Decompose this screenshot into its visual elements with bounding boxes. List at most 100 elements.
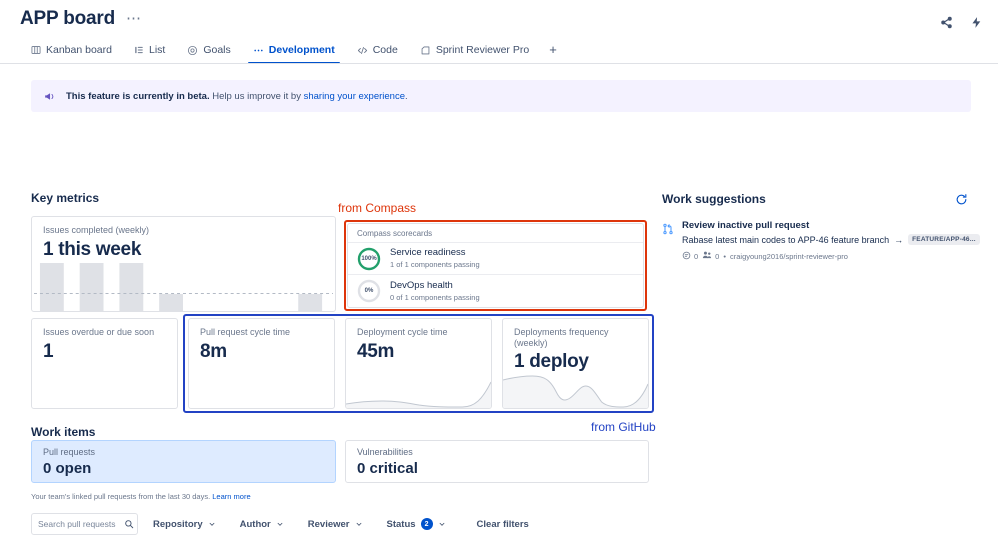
tab-label: Goals xyxy=(203,44,231,56)
pull-request-icon xyxy=(662,222,674,262)
author-filter[interactable]: Author xyxy=(231,513,293,535)
board-columns-icon xyxy=(31,45,41,55)
tab-list[interactable]: List xyxy=(123,41,176,64)
ellipsis-icon xyxy=(253,45,264,56)
share-experience-link[interactable]: sharing your experience xyxy=(304,91,405,102)
work-item-value: 0 open xyxy=(43,460,92,477)
work-items-footnote-text: Your team's linked pull requests from th… xyxy=(31,492,211,501)
annotation-from-compass: from Compass xyxy=(338,201,417,215)
refresh-icon[interactable] xyxy=(951,189,971,209)
add-tab-button[interactable]: + xyxy=(540,41,566,64)
top-bar-actions xyxy=(934,10,988,34)
beta-banner-bold: This feature is currently in beta. xyxy=(66,90,210,102)
page-body: This feature is currently in beta. Help … xyxy=(0,64,998,543)
repository-filter-label: Repository xyxy=(153,518,203,530)
work-items-heading: Work items xyxy=(31,425,96,439)
work-suggestion-description-text: Rabase latest main codes to APP-46 featu… xyxy=(682,234,890,245)
repository-filter[interactable]: Repository xyxy=(144,513,225,535)
page-title: APP board xyxy=(20,8,115,29)
chevron-down-icon xyxy=(438,520,446,528)
chevron-down-icon xyxy=(355,520,363,528)
status-filter[interactable]: Status 2 xyxy=(378,513,455,535)
share-icon[interactable] xyxy=(934,10,958,34)
beta-banner-period: . xyxy=(405,90,408,102)
metric-card-issues-completed[interactable]: Issues completed (weekly) 1 this week xyxy=(31,216,336,312)
tab-goals[interactable]: Goals xyxy=(176,41,241,64)
status-filter-label: Status xyxy=(386,518,416,530)
work-suggestions-heading: Work suggestions xyxy=(662,192,766,206)
search-pull-requests-box[interactable] xyxy=(31,513,138,535)
key-metrics-heading: Key metrics xyxy=(31,191,100,205)
nav-tabs: Kanban board List Goals Development Code… xyxy=(20,36,566,64)
search-icon[interactable] xyxy=(124,519,134,529)
code-icon xyxy=(357,45,368,56)
tab-label: List xyxy=(148,44,166,56)
metric-value: 1 xyxy=(43,341,54,362)
board-more-icon[interactable]: ⋯ xyxy=(123,11,145,26)
chevron-down-icon xyxy=(276,520,284,528)
work-suggestion-reviewers: 0 xyxy=(702,250,719,262)
work-suggestion-comments: 0 xyxy=(682,251,698,262)
board-title-row: APP board ⋯ xyxy=(20,8,145,30)
reviewers-icon xyxy=(702,250,712,262)
tab-code[interactable]: Code xyxy=(346,41,409,64)
deployment-cycle-time-sparkline xyxy=(346,381,491,408)
metric-card-deployments-frequency[interactable]: Deployments frequency (weekly) 1 deploy xyxy=(502,318,649,409)
work-suggestion-repository: craigyoung2016/sprint-reviewer-pro xyxy=(729,251,848,261)
metric-value: 8m xyxy=(200,341,227,362)
work-item-card-vulnerabilities[interactable]: Vulnerabilities 0 critical xyxy=(345,440,649,483)
arrow-right-icon: → xyxy=(894,234,904,245)
clear-filters-button[interactable]: Clear filters xyxy=(469,513,537,535)
development-page: APP board ⋯ Kanban board List Goals Deve… xyxy=(0,0,998,543)
reviewer-filter-label: Reviewer xyxy=(307,518,350,530)
work-item-card-pull-requests[interactable]: Pull requests 0 open xyxy=(31,440,336,483)
target-icon xyxy=(187,45,198,56)
annotation-from-github: from GitHub xyxy=(591,420,656,434)
metric-label: Issues completed (weekly) xyxy=(43,225,150,235)
issues-completed-bar-chart xyxy=(33,263,334,311)
work-suggestion-comments-count: 0 xyxy=(694,251,699,261)
chevron-down-icon xyxy=(208,520,216,528)
comment-icon xyxy=(682,251,691,262)
metric-label: Deployment cycle time xyxy=(357,327,448,337)
metric-card-issues-overdue[interactable]: Issues overdue or due soon 1 xyxy=(31,318,178,409)
tab-development[interactable]: Development xyxy=(242,41,346,64)
metric-card-pull-request-cycle-time[interactable]: Pull request cycle time 8m xyxy=(188,318,335,409)
tab-label: Kanban board xyxy=(46,44,112,56)
learn-more-link[interactable]: Learn more xyxy=(212,492,250,501)
beta-banner-rest: Help us improve it by xyxy=(209,90,304,102)
reviewer-filter[interactable]: Reviewer xyxy=(299,513,372,535)
list-icon xyxy=(134,45,144,55)
tab-label: Code xyxy=(372,44,398,56)
lightning-bolt-icon[interactable] xyxy=(964,10,988,34)
work-suggestion-reviewers-count: 0 xyxy=(715,251,720,261)
work-item-label: Pull requests xyxy=(43,447,96,457)
work-suggestion-item[interactable]: Review inactive pull request Rabase late… xyxy=(662,220,984,262)
meta-separator: • xyxy=(723,251,726,261)
metric-label: Deployments frequency (weekly) xyxy=(514,327,609,348)
tab-label: Development xyxy=(268,44,335,56)
status-filter-count-badge: 2 xyxy=(420,518,433,530)
metric-value: 1 this week xyxy=(43,239,142,260)
app-icon xyxy=(420,45,431,56)
beta-banner: This feature is currently in beta. Help … xyxy=(31,80,971,112)
search-input[interactable] xyxy=(38,519,120,529)
metric-label: Pull request cycle time xyxy=(200,327,291,337)
work-suggestion-description: Rabase latest main codes to APP-46 featu… xyxy=(682,234,984,245)
top-bar: APP board ⋯ Kanban board List Goals Deve… xyxy=(0,0,998,64)
tab-kanban-board[interactable]: Kanban board xyxy=(20,41,123,64)
work-item-label: Vulnerabilities xyxy=(357,447,413,457)
compass-highlight-box xyxy=(344,220,647,311)
megaphone-icon xyxy=(43,90,56,103)
work-suggestion-branch-tag: FEATURE/APP-46... xyxy=(908,234,980,245)
metric-card-deployment-cycle-time[interactable]: Deployment cycle time 45m xyxy=(345,318,492,409)
work-suggestion-title: Review inactive pull request xyxy=(682,220,810,231)
work-items-footnote: Your team's linked pull requests from th… xyxy=(31,492,251,501)
work-suggestion-meta: 0 0 • craigyoung2016/sprint-reviewer-pro xyxy=(682,250,984,262)
author-filter-label: Author xyxy=(239,518,271,530)
tab-sprint-reviewer-pro[interactable]: Sprint Reviewer Pro xyxy=(409,41,540,64)
work-item-value: 0 critical xyxy=(357,460,418,477)
beta-banner-text: This feature is currently in beta. Help … xyxy=(66,91,408,102)
tab-label: Sprint Reviewer Pro xyxy=(435,44,530,56)
deployments-frequency-sparkline xyxy=(503,375,648,408)
